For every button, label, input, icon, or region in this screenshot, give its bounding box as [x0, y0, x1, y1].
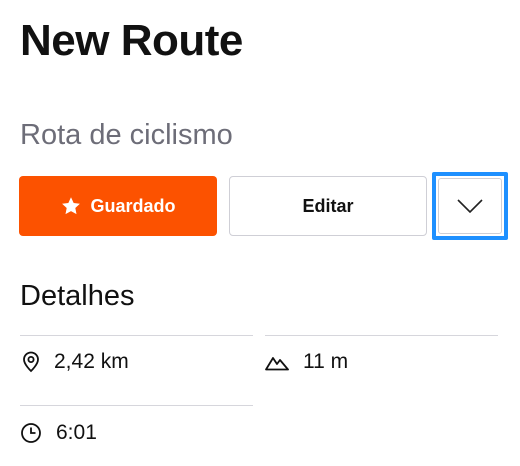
stat-time: 6:01 — [20, 420, 97, 446]
clock-icon — [21, 423, 41, 443]
divider — [20, 405, 253, 406]
stat-distance: 2,42 km — [22, 349, 129, 375]
map-pin-icon — [23, 351, 39, 373]
star-icon — [62, 197, 81, 215]
edit-button-label: Editar — [302, 195, 354, 216]
stat-time-value: 6:01 — [56, 421, 97, 444]
saved-button[interactable]: Guardado — [19, 176, 217, 236]
stat-distance-value: 2,42 km — [54, 350, 129, 373]
route-type-label: Rota de ciclismo — [20, 119, 233, 151]
chevron-down-icon — [457, 199, 483, 213]
more-options-button[interactable] — [432, 172, 508, 240]
page-title: New Route — [20, 16, 243, 65]
mountain-icon — [265, 357, 289, 371]
details-heading: Detalhes — [20, 280, 135, 312]
saved-button-label: Guardado — [90, 195, 176, 216]
divider — [20, 335, 253, 336]
divider — [265, 335, 498, 336]
stat-elevation: 11 m — [265, 349, 348, 375]
stat-elevation-value: 11 m — [303, 350, 349, 373]
more-options-inner — [438, 178, 502, 234]
edit-button[interactable]: Editar — [229, 176, 427, 236]
